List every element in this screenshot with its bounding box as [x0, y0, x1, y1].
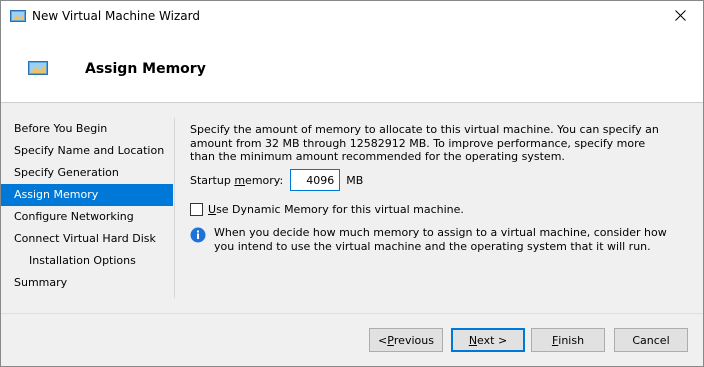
memory-unit-label: MB: [346, 173, 364, 187]
finish-button[interactable]: Finish: [531, 328, 605, 352]
nav-item-configure-networking[interactable]: Configure Networking: [1, 206, 173, 228]
memory-description: Specify the amount of memory to allocate…: [190, 123, 659, 163]
dynamic-memory-label: Use Dynamic Memory for this virtual mach…: [208, 202, 464, 216]
previous-button[interactable]: < Previous: [369, 328, 443, 352]
dynamic-memory-option[interactable]: Use Dynamic Memory for this virtual mach…: [190, 202, 464, 216]
footer-divider: [1, 313, 703, 314]
wizard-window: New Virtual Machine Wizard Assign Memory…: [0, 0, 704, 367]
nav-divider: [174, 118, 175, 298]
cancel-button[interactable]: Cancel: [614, 328, 688, 352]
close-button[interactable]: [657, 1, 703, 32]
next-button[interactable]: Next >: [451, 328, 525, 352]
vm-monitor-icon: [28, 61, 48, 75]
startup-memory-input[interactable]: [290, 169, 341, 191]
close-icon: [674, 9, 686, 24]
nav-item-installation-options[interactable]: Installation Options: [1, 250, 173, 272]
nav-item-assign-memory[interactable]: Assign Memory: [1, 184, 173, 206]
info-icon: [190, 227, 206, 243]
page-title: Assign Memory: [85, 61, 206, 77]
wizard-header: Assign Memory: [1, 32, 703, 103]
dynamic-memory-checkbox[interactable]: [190, 202, 203, 216]
startup-memory-label: Startup memory:: [190, 173, 284, 187]
wizard-steps-nav: Before You Begin Specify Name and Locati…: [1, 118, 173, 294]
title-bar: New Virtual Machine Wizard: [1, 1, 703, 32]
nav-item-before-you-begin[interactable]: Before You Begin: [1, 118, 173, 140]
startup-memory-row: Startup memory: MB: [190, 169, 363, 191]
window-title: New Virtual Machine Wizard: [32, 9, 200, 23]
nav-item-connect-virtual-hard-disk[interactable]: Connect Virtual Hard Disk: [1, 228, 173, 250]
nav-item-summary[interactable]: Summary: [1, 272, 173, 294]
info-text: When you decide how much memory to assig…: [214, 226, 667, 253]
vm-monitor-icon: [10, 10, 26, 22]
assign-memory-panel: Specify the amount of memory to allocate…: [190, 123, 680, 253]
nav-item-specify-generation[interactable]: Specify Generation: [1, 162, 173, 184]
nav-item-specify-name-location[interactable]: Specify Name and Location: [1, 140, 173, 162]
